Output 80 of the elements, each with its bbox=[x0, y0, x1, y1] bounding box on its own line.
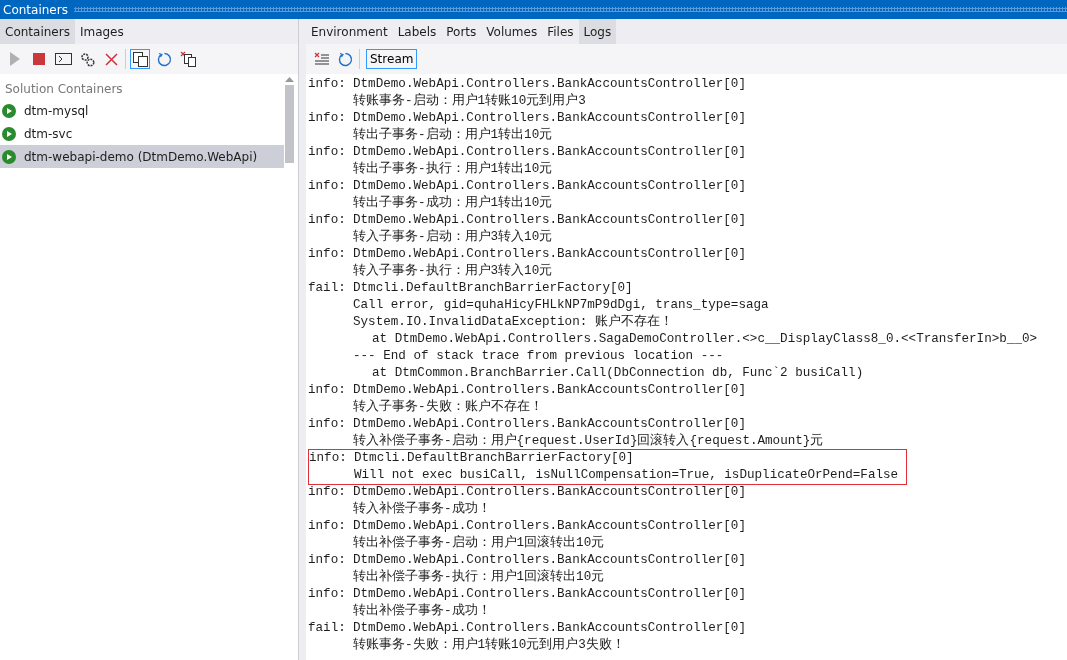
refresh-icon bbox=[337, 51, 353, 67]
log-source: DtmDemo.WebApi.Controllers.BankAccountsController[0] bbox=[353, 552, 746, 569]
log-source: DtmDemo.WebApi.Controllers.BankAccountsController[0] bbox=[353, 382, 746, 399]
log-message: 转账事务-失败：用户1转账10元到用户3失败！ bbox=[353, 637, 625, 654]
log-source: Dtmcli.DefaultBranchBarrierFactory[0] bbox=[354, 450, 634, 467]
log-level: info: bbox=[308, 586, 347, 603]
log-source: DtmDemo.WebApi.Controllers.BankAccountsController[0] bbox=[353, 246, 746, 263]
log-source: DtmDemo.WebApi.Controllers.BankAccountsController[0] bbox=[353, 76, 746, 93]
copy-remove-icon bbox=[180, 51, 196, 67]
log-source: Dtmcli.DefaultBranchBarrierFactory[0] bbox=[353, 280, 633, 297]
container-item[interactable]: dtm-webapi-demo (DtmDemo.WebApi) bbox=[0, 145, 284, 168]
log-message: 转出子事务-成功：用户1转出10元 bbox=[353, 195, 553, 212]
log-message: 转入补偿子事务-成功！ bbox=[353, 501, 491, 518]
scrollbar-thumb[interactable] bbox=[285, 85, 294, 163]
log-source: DtmDemo.WebApi.Controllers.BankAccountsController[0] bbox=[353, 144, 746, 161]
log-level: info: bbox=[308, 552, 347, 569]
log-level: fail: bbox=[308, 280, 347, 297]
log-level: info: bbox=[308, 382, 347, 399]
tab[interactable]: Files bbox=[542, 19, 579, 44]
container-item[interactable]: dtm-svc bbox=[0, 122, 284, 145]
stream-toggle[interactable]: Stream bbox=[366, 49, 418, 69]
log-message: 转出子事务-执行：用户1转出10元 bbox=[353, 161, 553, 178]
log-message: 转入子事务-执行：用户3转入10元 bbox=[353, 263, 553, 280]
container-name: dtm-mysql bbox=[24, 103, 89, 118]
play-icon bbox=[9, 52, 21, 66]
log-message: Call error, gid=quhaHicyFHLkNP7mP9dDgi, trans_type=saga bbox=[353, 297, 769, 314]
log-level: info: bbox=[308, 178, 347, 195]
log-message: 转出子事务-启动：用户1转出10元 bbox=[353, 127, 553, 144]
log-message: 转入子事务-启动：用户3转入10元 bbox=[353, 229, 553, 246]
log-message: --- End of stack trace from previous location --- bbox=[353, 348, 724, 365]
log-message: 转出补偿子事务-成功！ bbox=[353, 603, 491, 620]
tab[interactable]: Volumes bbox=[481, 19, 543, 44]
terminal-icon bbox=[54, 53, 72, 65]
log-level: info: bbox=[308, 76, 347, 93]
log-message: System.IO.InvalidDataException: 账户不存在！ bbox=[353, 314, 673, 331]
log-message: at DtmDemo.WebApi.Controllers.SagaDemoController.<>c__DisplayClass8_0.<<TransferIn>b__0> bbox=[371, 331, 1038, 348]
container-item[interactable]: dtm-mysql bbox=[0, 99, 284, 122]
log-level: info: bbox=[308, 144, 347, 161]
group-header: Solution Containers bbox=[4, 81, 124, 98]
log-source: DtmDemo.WebApi.Controllers.BankAccountsController[0] bbox=[353, 110, 746, 127]
copy-icon bbox=[132, 51, 148, 67]
log-source: DtmDemo.WebApi.Controllers.BankAccountsController[0] bbox=[353, 620, 746, 637]
log-message: 转账事务-启动：用户1转账10元到用户3 bbox=[353, 93, 586, 110]
tab[interactable]: Images bbox=[74, 19, 129, 44]
log-source: DtmDemo.WebApi.Controllers.BankAccountsController[0] bbox=[353, 416, 746, 433]
log-level: fail: bbox=[308, 620, 347, 637]
log-level: info: bbox=[308, 518, 347, 535]
window-title: Containers bbox=[3, 2, 68, 17]
log-source: DtmDemo.WebApi.Controllers.BankAccountsController[0] bbox=[353, 586, 746, 603]
log-message: 转出补偿子事务-执行：用户1回滚转出10元 bbox=[353, 569, 605, 586]
log-message: 转入补偿子事务-启动：用户{request.UserId}回滚转入{request.Amount}元 bbox=[353, 433, 824, 450]
log-message: at DtmCommon.BranchBarrier.Call(DbConnection db, Func`2 busiCall) bbox=[371, 365, 864, 382]
log-level: info: bbox=[308, 110, 347, 127]
refresh-icon bbox=[156, 51, 172, 67]
toolbar-button[interactable] bbox=[178, 49, 198, 69]
tab[interactable]: Ports bbox=[441, 19, 482, 44]
log-level: info: bbox=[308, 416, 347, 433]
log-source: DtmDemo.WebApi.Controllers.BankAccountsController[0] bbox=[353, 484, 746, 501]
log-level: info: bbox=[308, 246, 347, 263]
log-level: info: bbox=[309, 450, 348, 467]
log-level: info: bbox=[308, 484, 347, 501]
log-message: Will not exec busiCall, isNullCompensation=True, isDuplicateOrPend=False bbox=[354, 467, 899, 484]
tab[interactable]: Labels bbox=[392, 19, 442, 44]
stop-icon bbox=[33, 53, 45, 65]
log-source: DtmDemo.WebApi.Controllers.BankAccountsController[0] bbox=[353, 178, 746, 195]
gears-icon bbox=[79, 51, 95, 67]
log-message: 转出补偿子事务-启动：用户1回滚转出10元 bbox=[353, 535, 605, 552]
log-source: DtmDemo.WebApi.Controllers.BankAccountsController[0] bbox=[353, 518, 746, 535]
tab[interactable]: Environment bbox=[306, 19, 393, 44]
log-message: 转入子事务-失败：账户不存在！ bbox=[353, 399, 543, 416]
tab[interactable]: Containers bbox=[0, 19, 75, 44]
log-level: info: bbox=[308, 212, 347, 229]
scroll-up-icon bbox=[285, 77, 294, 82]
close-icon bbox=[104, 52, 118, 66]
toolbar-button[interactable] bbox=[130, 49, 150, 69]
tab[interactable]: Logs bbox=[578, 19, 617, 44]
log-source: DtmDemo.WebApi.Controllers.BankAccountsController[0] bbox=[353, 212, 746, 229]
container-name: dtm-svc bbox=[24, 126, 73, 141]
clear-list-icon bbox=[313, 52, 329, 66]
container-name: dtm-webapi-demo (DtmDemo.WebApi) bbox=[24, 149, 258, 164]
